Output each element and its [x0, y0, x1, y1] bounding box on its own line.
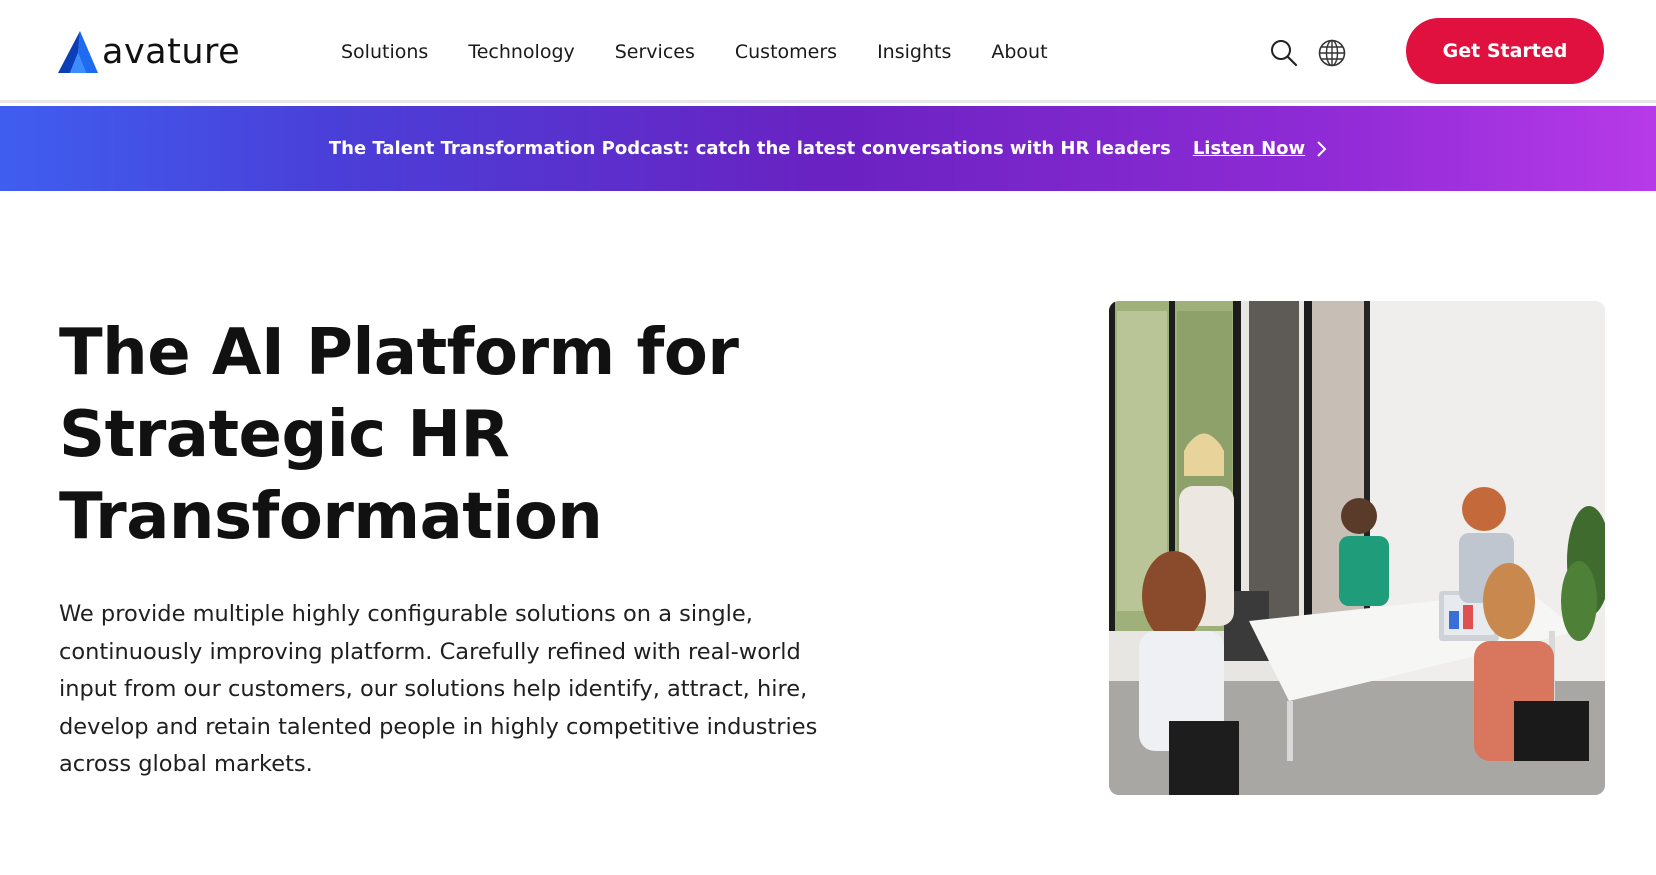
search-icon — [1271, 40, 1298, 67]
team-meeting-photo — [1109, 301, 1605, 795]
globe-icon — [1318, 39, 1346, 67]
nav-item-about[interactable]: About — [991, 38, 1047, 66]
chevron-right-icon[interactable] — [1315, 140, 1327, 158]
brand-name: avature — [102, 31, 241, 72]
hero-title-line: Strategic HR — [59, 398, 510, 472]
listen-now-link[interactable]: Listen Now — [1193, 138, 1305, 159]
hero-title: The AI Platform for Strategic HR Transfo… — [59, 312, 959, 558]
hero-title-line: The AI Platform for — [59, 316, 739, 390]
site-header: avature Solutions Technology Services Cu… — [0, 0, 1656, 103]
banner-text: The Talent Transformation Podcast: catch… — [328, 138, 1171, 159]
hero-description: We provide multiple highly configurable … — [59, 601, 818, 777]
main-nav: Solutions Technology Services Customers … — [341, 38, 1088, 66]
nav-item-customers[interactable]: Customers — [735, 38, 837, 66]
language-button[interactable] — [1317, 38, 1347, 68]
get-started-button[interactable]: Get Started — [1406, 18, 1604, 84]
hero-title-line: Transformation — [59, 480, 603, 554]
avature-logo[interactable]: avature — [58, 30, 240, 74]
podcast-banner: The Talent Transformation Podcast: catch… — [0, 106, 1656, 191]
avature-logo-icon — [58, 31, 98, 73]
nav-item-solutions[interactable]: Solutions — [341, 38, 428, 66]
search-button[interactable] — [1269, 38, 1299, 68]
nav-item-insights[interactable]: Insights — [877, 38, 951, 66]
nav-item-services[interactable]: Services — [615, 38, 695, 66]
nav-item-technology[interactable]: Technology — [468, 38, 574, 66]
